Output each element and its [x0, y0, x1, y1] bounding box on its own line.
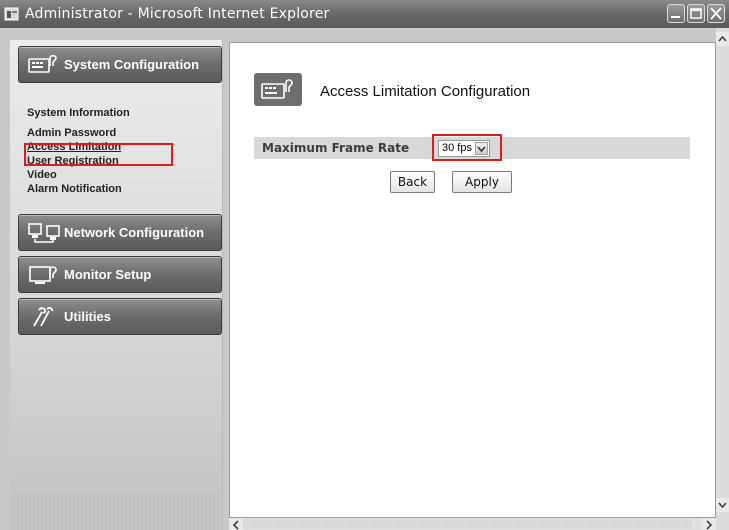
network-configuration-label: Network Configuration — [64, 225, 205, 240]
network-configuration-button[interactable]: Network Configuration — [18, 214, 222, 251]
network-computers-icon — [28, 222, 60, 244]
utilities-button[interactable]: Utilities — [18, 298, 222, 335]
minimize-button[interactable] — [667, 4, 685, 23]
max-frame-rate-label: Maximum Frame Rate — [262, 141, 410, 155]
max-frame-rate-row: Maximum Frame Rate 30 fps — [254, 134, 690, 161]
active-item-highlight — [24, 143, 173, 166]
maximize-icon — [690, 8, 702, 19]
monitor-setup-button[interactable]: Monitor Setup — [18, 256, 222, 293]
maximize-button[interactable] — [687, 4, 705, 23]
scroll-right-icon[interactable] — [702, 518, 716, 530]
ie-browser-icon — [4, 6, 20, 22]
menu-item-alarm-notification[interactable]: Alarm Notification — [27, 182, 217, 196]
tools-icon — [28, 306, 60, 328]
browser-frame: System Configuration System Information … — [0, 28, 729, 530]
device-config-icon — [28, 54, 60, 76]
sidebar: System Configuration System Information … — [10, 40, 223, 526]
apply-button[interactable]: Apply — [452, 171, 512, 193]
menu-item-system-information[interactable]: System Information — [27, 106, 217, 120]
system-configuration-button[interactable]: System Configuration — [18, 46, 222, 83]
horizontal-scroll-track[interactable] — [243, 519, 693, 529]
window-title: Administrator - Microsoft Internet Explo… — [25, 6, 330, 22]
back-button[interactable]: Back — [390, 171, 435, 193]
main-content: Access Limitation Configuration Maximum … — [229, 42, 716, 518]
page-title: Access Limitation Configuration — [320, 83, 531, 100]
utilities-label: Utilities — [64, 309, 111, 324]
window-title-bar[interactable]: Administrator - Microsoft Internet Explo… — [0, 0, 729, 28]
minimize-icon — [671, 16, 680, 18]
sidebar-footer-texture — [10, 494, 223, 530]
scroll-up-icon[interactable] — [716, 32, 729, 46]
monitor-setup-label: Monitor Setup — [64, 267, 152, 282]
window-controls — [667, 4, 725, 23]
system-configuration-label: System Configuration — [64, 57, 200, 72]
page-device-icon — [254, 73, 302, 106]
scroll-down-icon[interactable] — [716, 498, 729, 512]
close-button[interactable] — [707, 4, 725, 23]
horizontal-scrollbar[interactable] — [229, 518, 716, 530]
frame-rate-highlight — [432, 134, 502, 161]
scroll-left-icon[interactable] — [229, 518, 243, 530]
menu-item-admin-password[interactable]: Admin Password — [27, 126, 217, 140]
menu-item-video[interactable]: Video — [27, 168, 217, 182]
vertical-scrollbar[interactable] — [716, 28, 729, 530]
close-icon — [710, 7, 722, 20]
monitor-setup-icon — [28, 264, 60, 286]
